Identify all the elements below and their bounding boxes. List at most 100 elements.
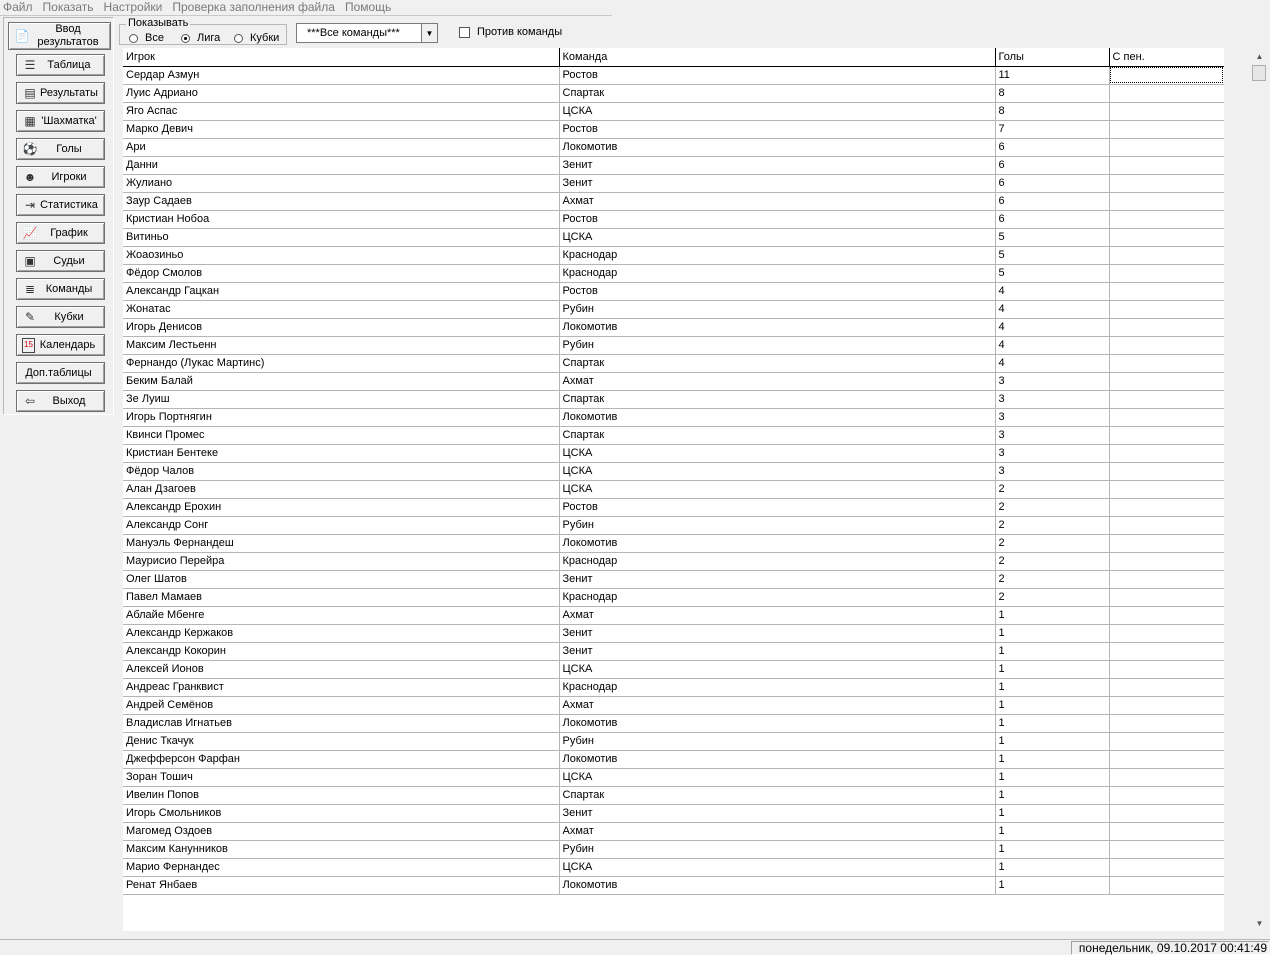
- cell-goals[interactable]: 8: [995, 84, 1110, 103]
- cell-player[interactable]: Игорь Смольников: [123, 804, 560, 823]
- cups-button[interactable]: ✎ Кубки: [16, 306, 105, 328]
- table-row[interactable]: Денис Ткачук Рубин 1: [123, 732, 1224, 751]
- cell-penalties[interactable]: [1109, 156, 1224, 175]
- cell-team[interactable]: Краснодар: [559, 552, 996, 571]
- cell-penalties[interactable]: [1109, 552, 1224, 571]
- cell-team[interactable]: Зенит: [559, 156, 996, 175]
- cell-player[interactable]: Магомед Оздоев: [123, 822, 560, 841]
- cell-player[interactable]: Александр Сонг: [123, 516, 560, 535]
- team-select[interactable]: ***Все команды*** ▼: [296, 23, 438, 43]
- cell-goals[interactable]: 6: [995, 174, 1110, 193]
- cell-goals[interactable]: 1: [995, 606, 1110, 625]
- cell-player[interactable]: Ренат Янбаев: [123, 876, 560, 895]
- against-team-checkbox[interactable]: Против команды: [459, 26, 562, 38]
- table-row[interactable]: Ари Локомотив 6: [123, 138, 1224, 157]
- cell-player[interactable]: Марко Девич: [123, 120, 560, 139]
- table-row[interactable]: Марио Фернандес ЦСКА 1: [123, 858, 1224, 877]
- cell-goals[interactable]: 6: [995, 156, 1110, 175]
- table-row[interactable]: Кристиан Бентеке ЦСКА 3: [123, 444, 1224, 463]
- cell-goals[interactable]: 7: [995, 120, 1110, 139]
- players-button[interactable]: ☻ Игроки: [16, 166, 105, 188]
- cell-team[interactable]: Зенит: [559, 642, 996, 661]
- cell-player[interactable]: Беким Балай: [123, 372, 560, 391]
- cell-penalties[interactable]: [1109, 534, 1224, 553]
- goals-button[interactable]: ⚽ Голы: [16, 138, 105, 160]
- cell-team[interactable]: Локомотив: [559, 876, 996, 895]
- cell-goals[interactable]: 1: [995, 750, 1110, 769]
- cell-penalties[interactable]: [1109, 804, 1224, 823]
- cell-team[interactable]: Ахмат: [559, 696, 996, 715]
- exit-button[interactable]: ⇦ Выход: [16, 390, 105, 412]
- cell-player[interactable]: Зе Луиш: [123, 390, 560, 409]
- cell-team[interactable]: Локомотив: [559, 714, 996, 733]
- cell-goals[interactable]: 3: [995, 426, 1110, 445]
- cell-team[interactable]: Ахмат: [559, 372, 996, 391]
- cell-goals[interactable]: 2: [995, 516, 1110, 535]
- cell-goals[interactable]: 6: [995, 192, 1110, 211]
- column-header-penalties[interactable]: С пен.: [1109, 48, 1224, 67]
- cell-goals[interactable]: 1: [995, 786, 1110, 805]
- cell-team[interactable]: Краснодар: [559, 588, 996, 607]
- cell-goals[interactable]: 3: [995, 444, 1110, 463]
- table-row[interactable]: Витиньо ЦСКА 5: [123, 228, 1224, 247]
- cell-goals[interactable]: 1: [995, 858, 1110, 877]
- chess-table-button[interactable]: ▦ 'Шахматка': [16, 110, 105, 132]
- table-row[interactable]: Луис Адриано Спартак 8: [123, 84, 1224, 103]
- cell-penalties[interactable]: [1109, 246, 1224, 265]
- table-row[interactable]: Жоаозиньо Краснодар 5: [123, 246, 1224, 265]
- cell-penalties[interactable]: [1109, 372, 1224, 391]
- cell-goals[interactable]: 4: [995, 336, 1110, 355]
- cell-goals[interactable]: 2: [995, 570, 1110, 589]
- cell-player[interactable]: Кристиан Бентеке: [123, 444, 560, 463]
- cell-goals[interactable]: 5: [995, 246, 1110, 265]
- cell-team[interactable]: ЦСКА: [559, 858, 996, 877]
- table-row[interactable]: Андрей Семёнов Ахмат 1: [123, 696, 1224, 715]
- cell-penalties[interactable]: [1109, 570, 1224, 589]
- scrollbar-thumb[interactable]: [1252, 65, 1266, 81]
- table-row[interactable]: Алан Дзагоев ЦСКА 2: [123, 480, 1224, 499]
- cell-goals[interactable]: 1: [995, 642, 1110, 661]
- table-row[interactable]: Жонатас Рубин 4: [123, 300, 1224, 319]
- cell-penalties[interactable]: [1109, 876, 1224, 895]
- cell-goals[interactable]: 3: [995, 462, 1110, 481]
- cell-player[interactable]: Андреас Гранквист: [123, 678, 560, 697]
- cell-team[interactable]: Краснодар: [559, 246, 996, 265]
- cell-goals[interactable]: 4: [995, 282, 1110, 301]
- cell-team[interactable]: ЦСКА: [559, 768, 996, 787]
- table-row[interactable]: Сердар Азмун Ростов 11: [123, 66, 1224, 85]
- cell-team[interactable]: ЦСКА: [559, 228, 996, 247]
- cell-penalties[interactable]: [1109, 138, 1224, 157]
- cell-player[interactable]: Сердар Азмун: [123, 66, 560, 85]
- cell-player[interactable]: Александр Кержаков: [123, 624, 560, 643]
- cell-player[interactable]: Александр Кокорин: [123, 642, 560, 661]
- cell-goals[interactable]: 1: [995, 804, 1110, 823]
- cell-team[interactable]: Ростов: [559, 282, 996, 301]
- radio-all[interactable]: Все: [129, 32, 164, 44]
- cell-goals[interactable]: 1: [995, 876, 1110, 895]
- cell-penalties[interactable]: [1109, 786, 1224, 805]
- cell-player[interactable]: Игорь Денисов: [123, 318, 560, 337]
- cell-goals[interactable]: 1: [995, 624, 1110, 643]
- cell-team[interactable]: Локомотив: [559, 534, 996, 553]
- cell-penalties[interactable]: [1109, 660, 1224, 679]
- cell-penalties[interactable]: [1109, 336, 1224, 355]
- cell-team[interactable]: Спартак: [559, 354, 996, 373]
- referees-button[interactable]: ▣ Судьи: [16, 250, 105, 272]
- against-team-checkbox-box[interactable]: [459, 26, 470, 38]
- menu-item-2[interactable]: Настройки: [101, 1, 170, 14]
- table-row[interactable]: Аблайе Мбенге Ахмат 1: [123, 606, 1224, 625]
- vertical-scrollbar[interactable]: ▲ ▼: [1251, 48, 1268, 931]
- cell-goals[interactable]: 1: [995, 696, 1110, 715]
- cell-goals[interactable]: 1: [995, 732, 1110, 751]
- cell-goals[interactable]: 5: [995, 228, 1110, 247]
- table-row[interactable]: Ренат Янбаев Локомотив 1: [123, 876, 1224, 895]
- table-row[interactable]: Мануэль Фернандеш Локомотив 2: [123, 534, 1224, 553]
- cell-player[interactable]: Фернандо (Лукас Мартинс): [123, 354, 560, 373]
- table-row[interactable]: Фёдор Чалов ЦСКА 3: [123, 462, 1224, 481]
- cell-penalties[interactable]: [1109, 66, 1224, 85]
- cell-player[interactable]: Заур Садаев: [123, 192, 560, 211]
- cell-penalties[interactable]: [1109, 498, 1224, 517]
- cell-team[interactable]: Рубин: [559, 732, 996, 751]
- cell-penalties[interactable]: [1109, 732, 1224, 751]
- cell-player[interactable]: Денис Ткачук: [123, 732, 560, 751]
